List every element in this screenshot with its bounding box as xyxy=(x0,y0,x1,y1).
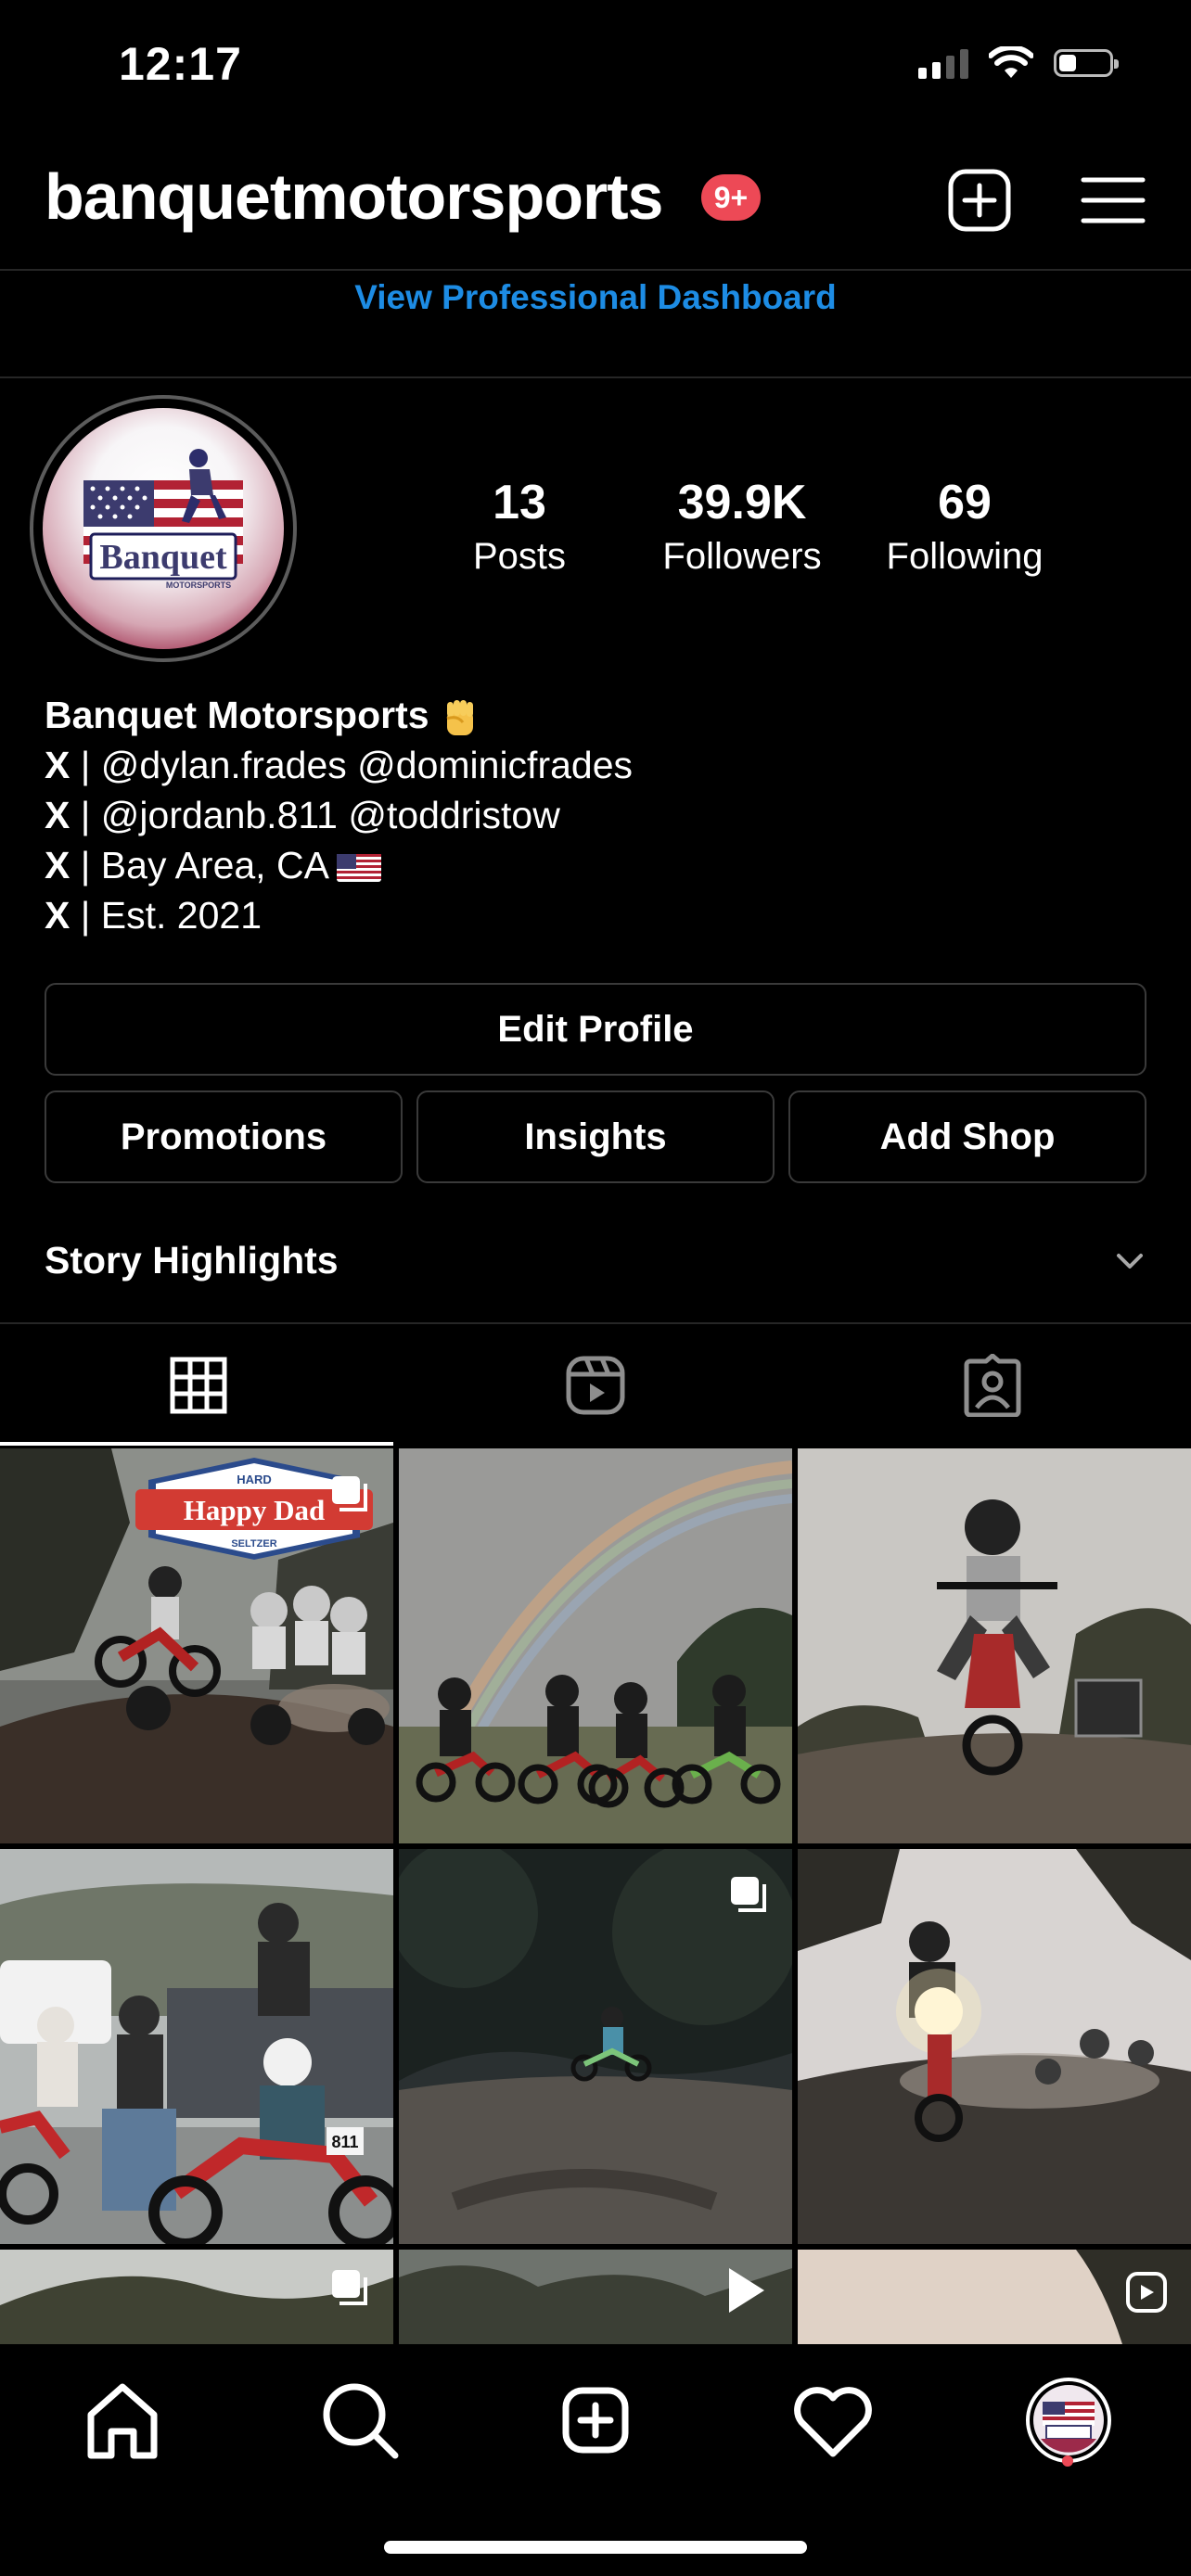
edit-profile-button[interactable]: Edit Profile xyxy=(45,983,1146,1076)
status-icons xyxy=(918,46,1119,80)
post-tile-6[interactable] xyxy=(798,1849,1191,2244)
post-tile-9[interactable] xyxy=(798,2250,1191,2344)
profile-bio: Banquet Motorsports X | @dylan.frades @d… xyxy=(45,690,633,940)
bio-line-1[interactable]: | @dylan.frades @dominicfrades xyxy=(70,744,633,786)
post-tile-5[interactable] xyxy=(399,1849,792,2244)
post-tile-3[interactable] xyxy=(798,1448,1191,1843)
activity-heart-icon[interactable] xyxy=(787,2374,879,2467)
tab-posts-grid[interactable] xyxy=(0,1326,397,1445)
status-time: 12:17 xyxy=(119,38,242,90)
profile-avatar[interactable]: Banquet MOTORSPORTS xyxy=(43,408,284,649)
bio-x-4: X xyxy=(45,894,70,937)
home-icon[interactable] xyxy=(76,2374,169,2467)
grid-icon xyxy=(170,1357,227,1414)
post-tile-8[interactable] xyxy=(399,2250,792,2344)
following-stat[interactable]: 69 Following xyxy=(863,475,1067,578)
followers-count: 39.9K xyxy=(677,476,807,529)
following-count: 69 xyxy=(938,476,992,529)
bio-line-3: | Bay Area, CA xyxy=(70,844,329,886)
cellular-signal-icon xyxy=(918,47,968,79)
bio-x-1: X xyxy=(45,744,70,786)
followers-label: Followers xyxy=(662,536,822,577)
sign-top-text: HARD xyxy=(237,1473,272,1486)
golf-cart xyxy=(1074,1678,1143,1738)
following-label: Following xyxy=(886,536,1044,577)
tab-tagged[interactable] xyxy=(794,1326,1191,1445)
dashboard-divider xyxy=(0,376,1191,378)
followers-stat[interactable]: 39.9K Followers xyxy=(640,475,844,578)
posts-count: 13 xyxy=(493,476,546,529)
create-post-icon[interactable] xyxy=(549,2374,642,2467)
raised-fist-emoji-icon xyxy=(446,700,473,736)
battery-icon xyxy=(1054,49,1119,77)
post-tile-1[interactable]: HARD Happy Dad SELTZER xyxy=(0,1448,393,1843)
promotions-button[interactable]: Promotions xyxy=(45,1090,403,1183)
profile-username[interactable]: banquetmotorsports xyxy=(45,159,663,234)
profile-notification-dot xyxy=(1062,2455,1073,2467)
tab-reels[interactable] xyxy=(397,1326,794,1445)
post-tile-2[interactable] xyxy=(399,1448,792,1843)
us-flag-emoji-icon xyxy=(336,854,381,883)
profile-tab-avatar[interactable] xyxy=(1022,2374,1115,2467)
posts-label: Posts xyxy=(472,536,567,577)
tabs-divider xyxy=(0,1322,1191,1324)
bio-name: Banquet Motorsports xyxy=(45,694,429,736)
reels-icon xyxy=(566,1356,625,1415)
selected-tab-indicator xyxy=(0,1442,393,1446)
add-post-icon[interactable] xyxy=(946,167,1013,234)
post-tile-4[interactable]: 811 xyxy=(0,1849,393,2244)
bio-line-4: | Est. 2021 xyxy=(70,894,263,937)
bio-line-2[interactable]: | @jordanb.811 @toddristow xyxy=(70,794,560,836)
posts-stat[interactable]: 13 Posts xyxy=(417,475,621,578)
post-tile-7[interactable] xyxy=(0,2250,393,2344)
notification-badge[interactable]: 9+ xyxy=(701,174,761,221)
logo-text: Banquet xyxy=(99,538,227,577)
story-highlights-toggle[interactable]: Story Highlights xyxy=(45,1239,339,1282)
sign-main-text: Happy Dad xyxy=(184,1494,325,1526)
sign-bottom-text: SELTZER xyxy=(231,1538,276,1549)
hamburger-menu-icon[interactable] xyxy=(1080,172,1146,228)
professional-dashboard-link[interactable]: View Professional Dashboard xyxy=(0,278,1191,317)
add-shop-button[interactable]: Add Shop xyxy=(788,1090,1146,1183)
chevron-down-icon[interactable] xyxy=(1113,1250,1146,1272)
home-indicator xyxy=(384,2541,807,2554)
insights-button[interactable]: Insights xyxy=(416,1090,775,1183)
bio-x-3: X xyxy=(45,844,70,886)
wifi-icon xyxy=(989,46,1033,78)
tagged-icon xyxy=(964,1354,1021,1417)
header-divider xyxy=(0,269,1191,271)
bio-x-2: X xyxy=(45,794,70,836)
banquet-logo: Banquet MOTORSPORTS xyxy=(83,449,243,590)
logo-subtext: MOTORSPORTS xyxy=(166,580,231,590)
bike-number: 811 xyxy=(331,2133,358,2151)
search-icon[interactable] xyxy=(314,2374,406,2467)
